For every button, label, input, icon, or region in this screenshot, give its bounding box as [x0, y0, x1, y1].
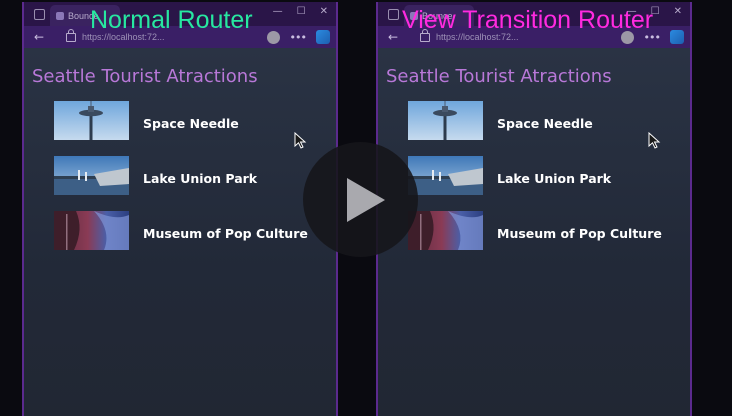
- lock-icon[interactable]: [66, 28, 76, 42]
- more-menu-icon[interactable]: •••: [290, 31, 307, 44]
- museum-of-pop-culture-photo[interactable]: [408, 211, 483, 250]
- attraction-item[interactable]: Lake Union Park: [408, 156, 662, 211]
- page-title: Seattle Tourist Atractions: [32, 66, 258, 87]
- back-arrow-icon[interactable]: ←: [34, 30, 48, 44]
- minimize-icon[interactable]: —: [273, 6, 283, 18]
- attraction-item[interactable]: Space Needle: [408, 101, 662, 156]
- browser-window-normal-router: Bounce — ☐ ✕ ← https://localhost:72... •…: [22, 2, 338, 416]
- attraction-name: Space Needle: [143, 116, 239, 131]
- page-content: Seattle Tourist Atractions Space Needle: [378, 48, 690, 416]
- attraction-name: Museum of Pop Culture: [497, 226, 662, 241]
- space-needle-photo[interactable]: [54, 101, 129, 140]
- attraction-item[interactable]: Space Needle: [54, 101, 308, 156]
- tab-actions-icon[interactable]: [388, 8, 399, 20]
- profile-avatar[interactable]: [266, 30, 280, 44]
- attraction-name: Lake Union Park: [143, 171, 258, 186]
- copilot-icon[interactable]: [316, 30, 330, 44]
- browser-window-view-transition-router: Bounce — ☐ ✕ ← https://localhost:72... •…: [376, 2, 692, 416]
- page-content: Seattle Tourist Atractions Space Needle: [24, 48, 336, 416]
- caption-view-transition-router: View Transition Router: [402, 6, 654, 34]
- play-button[interactable]: [303, 142, 418, 257]
- copilot-icon[interactable]: [670, 30, 684, 44]
- window-controls: — ☐ ✕: [273, 6, 328, 18]
- favicon-icon: [56, 11, 64, 20]
- lake-union-park-photo[interactable]: [408, 156, 483, 195]
- lake-union-park-photo[interactable]: [54, 156, 129, 195]
- tab-actions-icon[interactable]: [34, 8, 45, 20]
- attraction-list: Space Needle Lake Union Park Museum of P…: [54, 101, 308, 266]
- attraction-name: Museum of Pop Culture: [143, 226, 308, 241]
- maximize-icon[interactable]: ☐: [297, 6, 306, 18]
- attraction-name: Space Needle: [497, 116, 593, 131]
- close-icon[interactable]: ✕: [320, 6, 328, 18]
- close-icon[interactable]: ✕: [674, 6, 682, 18]
- attraction-list: Space Needle Lake Union Park Museum of P…: [408, 101, 662, 266]
- attraction-item[interactable]: Lake Union Park: [54, 156, 308, 211]
- play-icon: [347, 178, 385, 222]
- mouse-cursor-icon: [648, 132, 661, 149]
- attraction-name: Lake Union Park: [497, 171, 612, 186]
- back-arrow-icon[interactable]: ←: [388, 30, 402, 44]
- attraction-item[interactable]: Museum of Pop Culture: [408, 211, 662, 266]
- attraction-item[interactable]: Museum of Pop Culture: [54, 211, 308, 266]
- space-needle-photo[interactable]: [408, 101, 483, 140]
- page-title: Seattle Tourist Atractions: [386, 66, 612, 87]
- caption-normal-router: Normal Router: [90, 6, 253, 34]
- museum-of-pop-culture-photo[interactable]: [54, 211, 129, 250]
